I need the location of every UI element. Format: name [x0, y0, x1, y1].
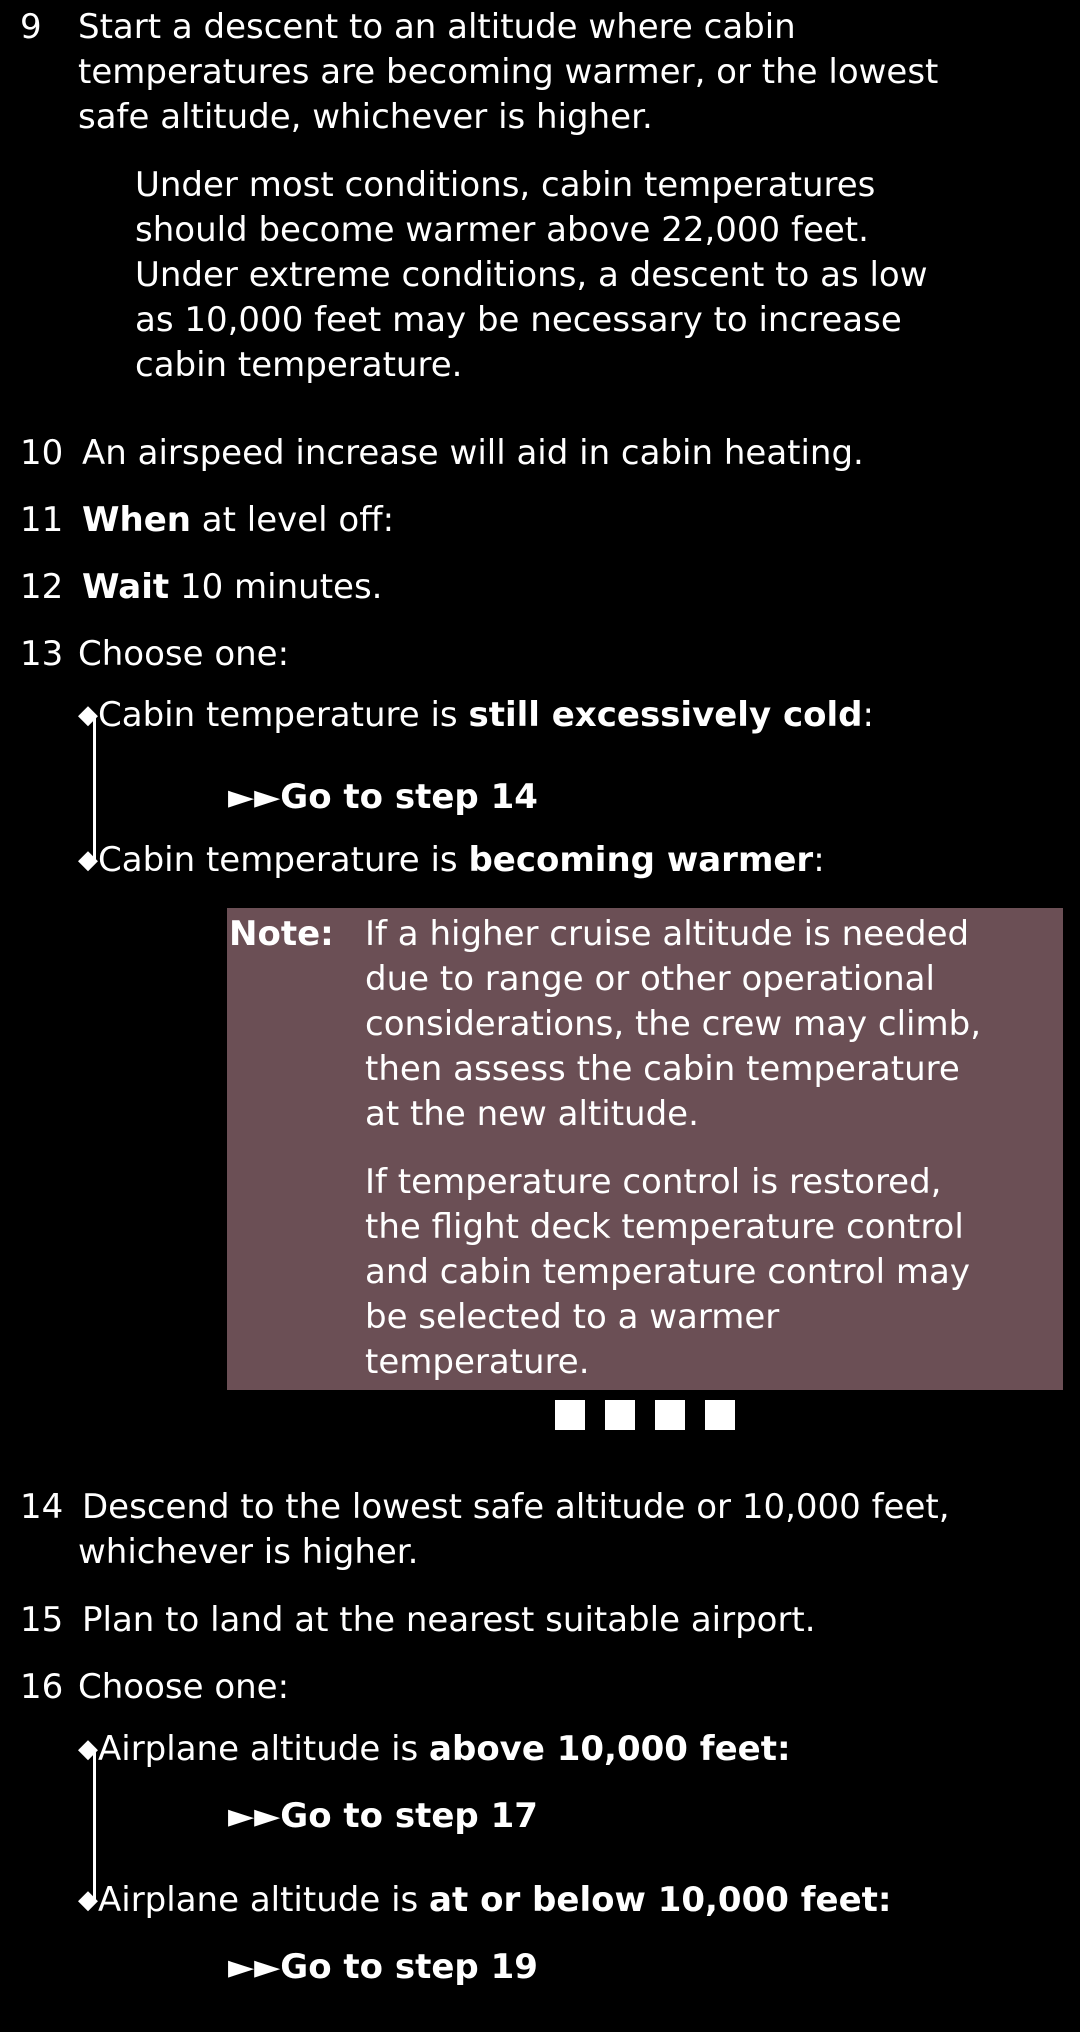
- choice-condition: above 10,000 feet:: [429, 1729, 791, 1769]
- choice-condition: still excessively cold: [468, 695, 863, 735]
- step-subtext-line: cabin temperature.: [135, 345, 463, 385]
- step-number: 12: [20, 567, 64, 607]
- step-number: 14: [20, 1487, 64, 1527]
- step-text: Choose one:: [78, 1667, 290, 1707]
- note-line: temperature.: [365, 1342, 590, 1382]
- step-subtext-line: Under most conditions, cabin temperature…: [135, 165, 876, 205]
- step-number: 15: [20, 1600, 64, 1640]
- step-subtext-line: should become warmer above 22,000 feet.: [135, 210, 869, 250]
- choice-option: ◆Airplane altitude is at or below 10,000…: [78, 1878, 892, 1923]
- choice-text-end: :: [862, 695, 874, 735]
- diamond-bullet-icon: ◆: [78, 1734, 98, 1764]
- diamond-bullet-icon: ◆: [78, 700, 98, 730]
- choice-text-end: :: [813, 840, 825, 880]
- note-line: and cabin temperature control may: [365, 1252, 970, 1292]
- step-text-line: safe altitude, whichever is higher.: [78, 97, 653, 137]
- choice-option: ◆Cabin temperature is becoming warmer:: [78, 838, 825, 883]
- step-keyword: When: [82, 500, 191, 540]
- note-box: Note: If a higher cruise altitude is nee…: [227, 908, 1063, 1390]
- square-icon: [555, 1400, 585, 1430]
- choice-option: ◆Airplane altitude is above 10,000 feet:: [78, 1727, 791, 1772]
- choice-condition: at or below 10,000 feet:: [429, 1880, 892, 1920]
- choice-text: Airplane altitude is: [98, 1880, 430, 1920]
- step-text: When at level off:: [82, 498, 394, 543]
- double-arrow-icon: ►►: [228, 1796, 281, 1836]
- choice-text: Cabin temperature is: [98, 840, 469, 880]
- choice-text: Cabin temperature is: [98, 695, 469, 735]
- step-text: Plan to land at the nearest suitable air…: [82, 1600, 816, 1640]
- note-line: considerations, the crew may climb,: [365, 1004, 982, 1044]
- step-text-line: temperatures are becoming warmer, or the…: [78, 52, 939, 92]
- goto-step-link[interactable]: ►►Go to step 14: [228, 775, 538, 820]
- diamond-bullet-icon: ◆: [78, 845, 98, 875]
- step-keyword: Wait: [82, 567, 170, 607]
- note-line: then assess the cabin temperature: [365, 1049, 960, 1089]
- note-line: be selected to a warmer: [365, 1297, 780, 1337]
- step-text-rest: 10 minutes.: [169, 567, 383, 607]
- note-line: If temperature control is restored,: [365, 1162, 942, 1202]
- note-line: due to range or other operational: [365, 959, 935, 999]
- goto-step-link[interactable]: ►►Go to step 19: [228, 1945, 538, 1990]
- end-of-branch-marker: [555, 1400, 735, 1430]
- note-line: at the new altitude.: [365, 1094, 699, 1134]
- goto-step-link[interactable]: ►►Go to step 17: [228, 1794, 538, 1839]
- choice-text: Airplane altitude is: [98, 1729, 430, 1769]
- step-number: 16: [20, 1667, 64, 1707]
- step-subtext-line: Under extreme conditions, a descent to a…: [135, 255, 928, 295]
- choice-option: ◆Cabin temperature is still excessively …: [78, 693, 874, 738]
- double-arrow-icon: ►►: [228, 1947, 281, 1987]
- step-text-rest: at level off:: [190, 500, 395, 540]
- step-text-line: whichever is higher.: [78, 1532, 419, 1572]
- step-number: 9: [20, 7, 42, 47]
- note-line: the flight deck temperature control: [365, 1207, 964, 1247]
- choice-condition: becoming warmer: [468, 840, 814, 880]
- goto-label: Go to step 14: [280, 777, 538, 817]
- step-number: 11: [20, 500, 64, 540]
- diamond-bullet-icon: ◆: [78, 1885, 98, 1915]
- step-text-line: Start a descent to an altitude where cab…: [78, 7, 796, 47]
- step-text: An airspeed increase will aid in cabin h…: [82, 433, 864, 473]
- step-subtext-line: as 10,000 feet may be necessary to incre…: [135, 300, 902, 340]
- note-label: Note:: [229, 914, 334, 954]
- square-icon: [655, 1400, 685, 1430]
- step-number: 10: [20, 433, 64, 473]
- square-icon: [605, 1400, 635, 1430]
- note-line: If a higher cruise altitude is needed: [365, 914, 970, 954]
- double-arrow-icon: ►►: [228, 777, 281, 817]
- step-text: Wait 10 minutes.: [82, 565, 382, 610]
- goto-label: Go to step 17: [280, 1796, 538, 1836]
- step-number: 13: [20, 634, 64, 674]
- step-text-line: Descend to the lowest safe altitude or 1…: [82, 1487, 950, 1527]
- goto-label: Go to step 19: [280, 1947, 538, 1987]
- step-text: Choose one:: [78, 634, 290, 674]
- square-icon: [705, 1400, 735, 1430]
